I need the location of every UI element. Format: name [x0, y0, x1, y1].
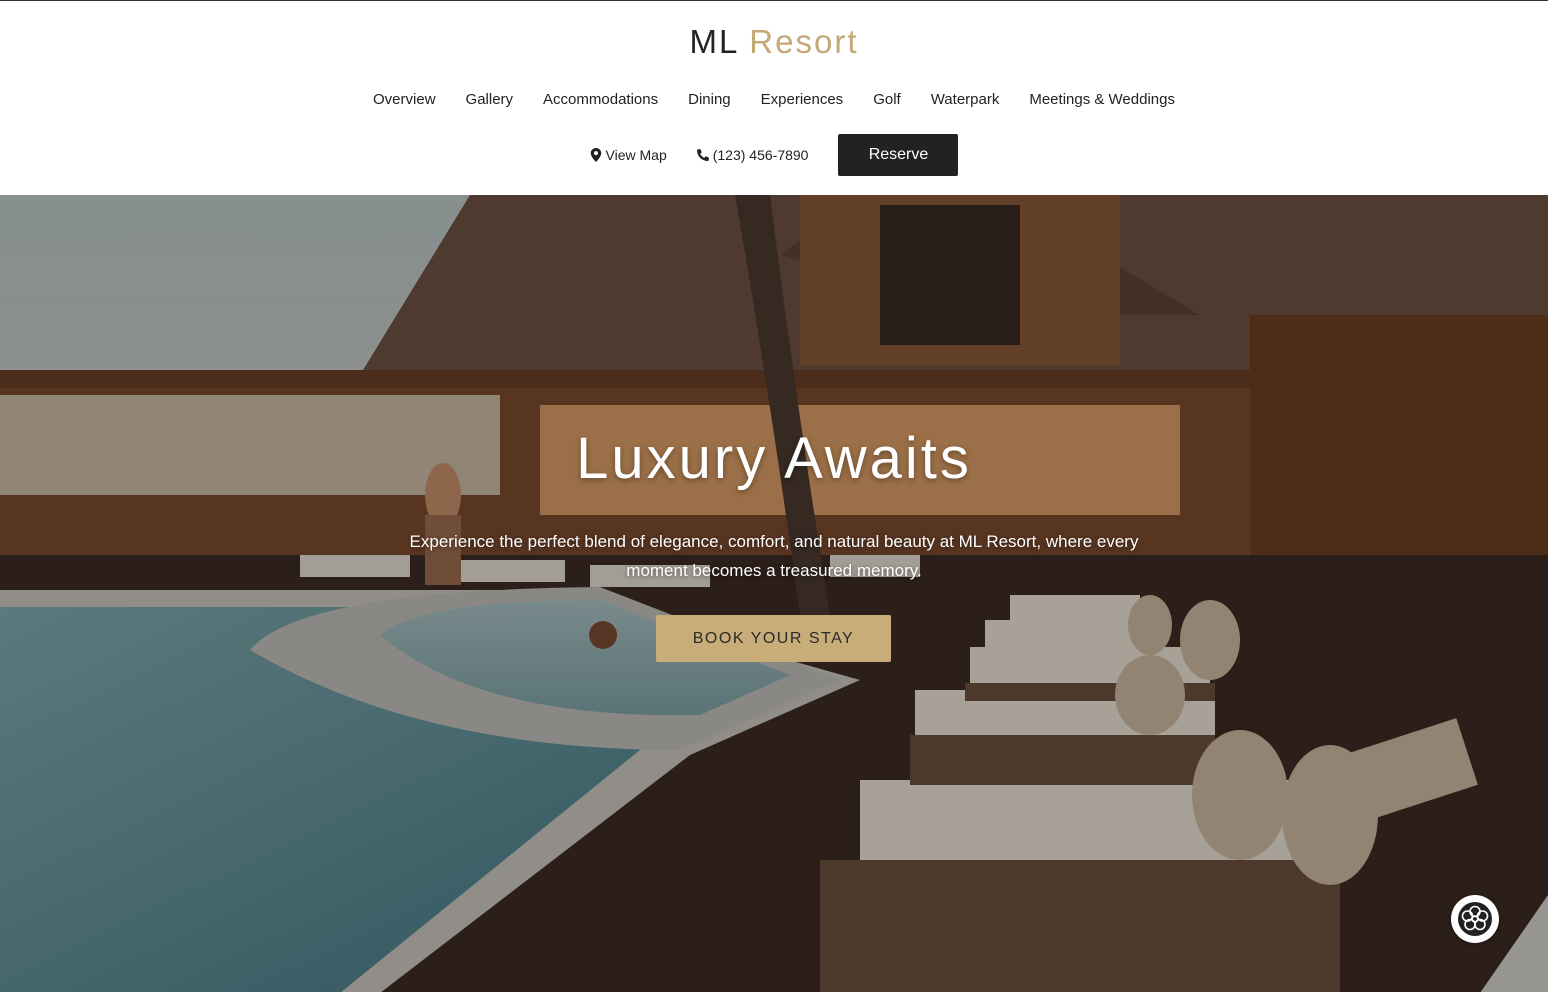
logo-text-primary: ML: [689, 23, 739, 60]
nav-item-overview[interactable]: Overview: [373, 91, 436, 108]
nav-item-experiences[interactable]: Experiences: [761, 91, 844, 108]
site-logo[interactable]: ML Resort: [0, 23, 1548, 61]
view-map-label: View Map: [605, 147, 667, 163]
hero-section: Luxury Awaits Experience the perfect ble…: [0, 195, 1548, 992]
nav-item-accommodations[interactable]: Accommodations: [543, 91, 658, 108]
header-actions: View Map (123) 456-7890 Reserve: [0, 134, 1548, 176]
hero-subtitle: Experience the perfect blend of elegance…: [409, 532, 1139, 580]
chat-widget-button[interactable]: [1451, 895, 1499, 943]
site-header: ML Resort Overview Gallery Accommodation…: [0, 1, 1548, 195]
nav-item-waterpark[interactable]: Waterpark: [931, 91, 1000, 108]
map-marker-icon: [590, 148, 601, 162]
nav-item-gallery[interactable]: Gallery: [466, 91, 514, 108]
phone-link[interactable]: (123) 456-7890: [696, 147, 809, 163]
nav-item-dining[interactable]: Dining: [688, 91, 731, 108]
phone-number: (123) 456-7890: [712, 147, 809, 163]
reserve-button[interactable]: Reserve: [838, 134, 959, 176]
main-nav: Overview Gallery Accommodations Dining E…: [0, 91, 1548, 108]
nav-item-golf[interactable]: Golf: [873, 91, 901, 108]
nav-item-meetings-weddings[interactable]: Meetings & Weddings: [1029, 91, 1175, 108]
phone-icon: [696, 148, 709, 162]
view-map-link[interactable]: View Map: [590, 147, 667, 163]
hero-title: Luxury Awaits: [576, 426, 972, 491]
flower-badge-icon: [1458, 902, 1492, 936]
book-your-stay-button[interactable]: BOOK YOUR STAY: [656, 615, 891, 662]
hero-overlay: [0, 195, 1548, 992]
logo-text-accent: Resort: [749, 23, 859, 60]
page: ML Resort Overview Gallery Accommodation…: [0, 0, 1548, 992]
